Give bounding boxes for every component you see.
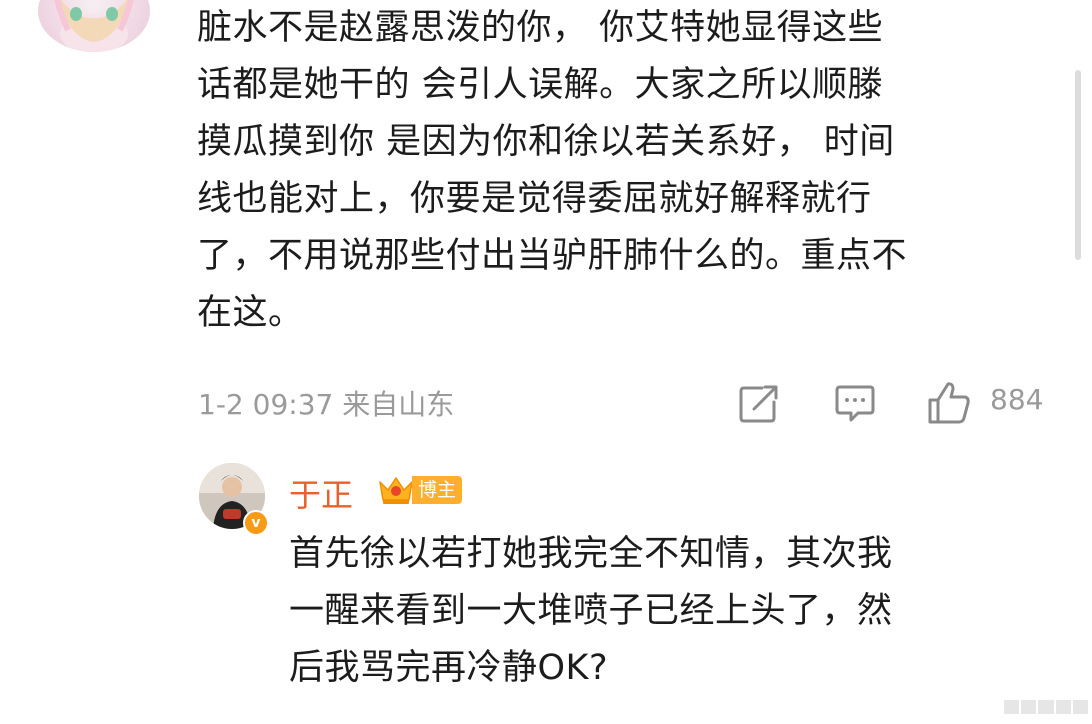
like-icon[interactable] xyxy=(926,380,972,426)
reply-line: 后我骂完再冷静OK? xyxy=(289,648,609,688)
like-count: 884 xyxy=(990,383,1044,416)
scrollbar[interactable] xyxy=(1075,70,1081,260)
reply-line: 首先徐以若打她我完全不知情，其次我 xyxy=(289,534,893,574)
crown-icon xyxy=(379,477,413,504)
blogger-badge-label: 博主 xyxy=(412,476,463,504)
comment-line: 话都是她干的 会引人误解。大家之所以顺滕 xyxy=(197,65,884,105)
commenter-avatar[interactable] xyxy=(38,0,150,52)
comment-meta: 1-2 09:37 来自山东 xyxy=(198,388,455,421)
reply-line: 一醒来看到一大堆喷子已经上头了，然 xyxy=(289,591,893,631)
comment-icon[interactable] xyxy=(834,384,876,424)
share-icon[interactable] xyxy=(738,384,780,424)
verified-badge: v xyxy=(243,510,269,536)
weibo-comment-page: 脏水不是赵露思泼的你， 你艾特她显得这些 话都是她干的 会引人误解。大家之所以顺… xyxy=(0,0,1092,724)
comment-line: 了，不用说那些付出当驴肝肺什么的。重点不 xyxy=(197,236,908,276)
watermark-mark xyxy=(1004,700,1089,714)
comment-line: 在这。 xyxy=(197,293,304,333)
reply-body: 首先徐以若打她我完全不知情，其次我 一醒来看到一大堆喷子已经上头了，然 后我骂完… xyxy=(289,526,1049,697)
comment-line: 线也能对上，你要是觉得委屈就好解释就行 xyxy=(197,179,872,219)
comment-line: 摸瓜摸到你 是因为你和徐以若关系好， 时间 xyxy=(197,122,895,162)
comment-body: 脏水不是赵露思泼的你， 你艾特她显得这些 话都是她干的 会引人误解。大家之所以顺… xyxy=(197,0,1037,342)
anime-avatar-icon xyxy=(54,0,134,52)
comment-line: 脏水不是赵露思泼的你， 你艾特她显得这些 xyxy=(197,8,884,48)
reply-author-name[interactable]: 于正 xyxy=(289,470,353,516)
blogger-badge: 博主 xyxy=(376,474,463,506)
